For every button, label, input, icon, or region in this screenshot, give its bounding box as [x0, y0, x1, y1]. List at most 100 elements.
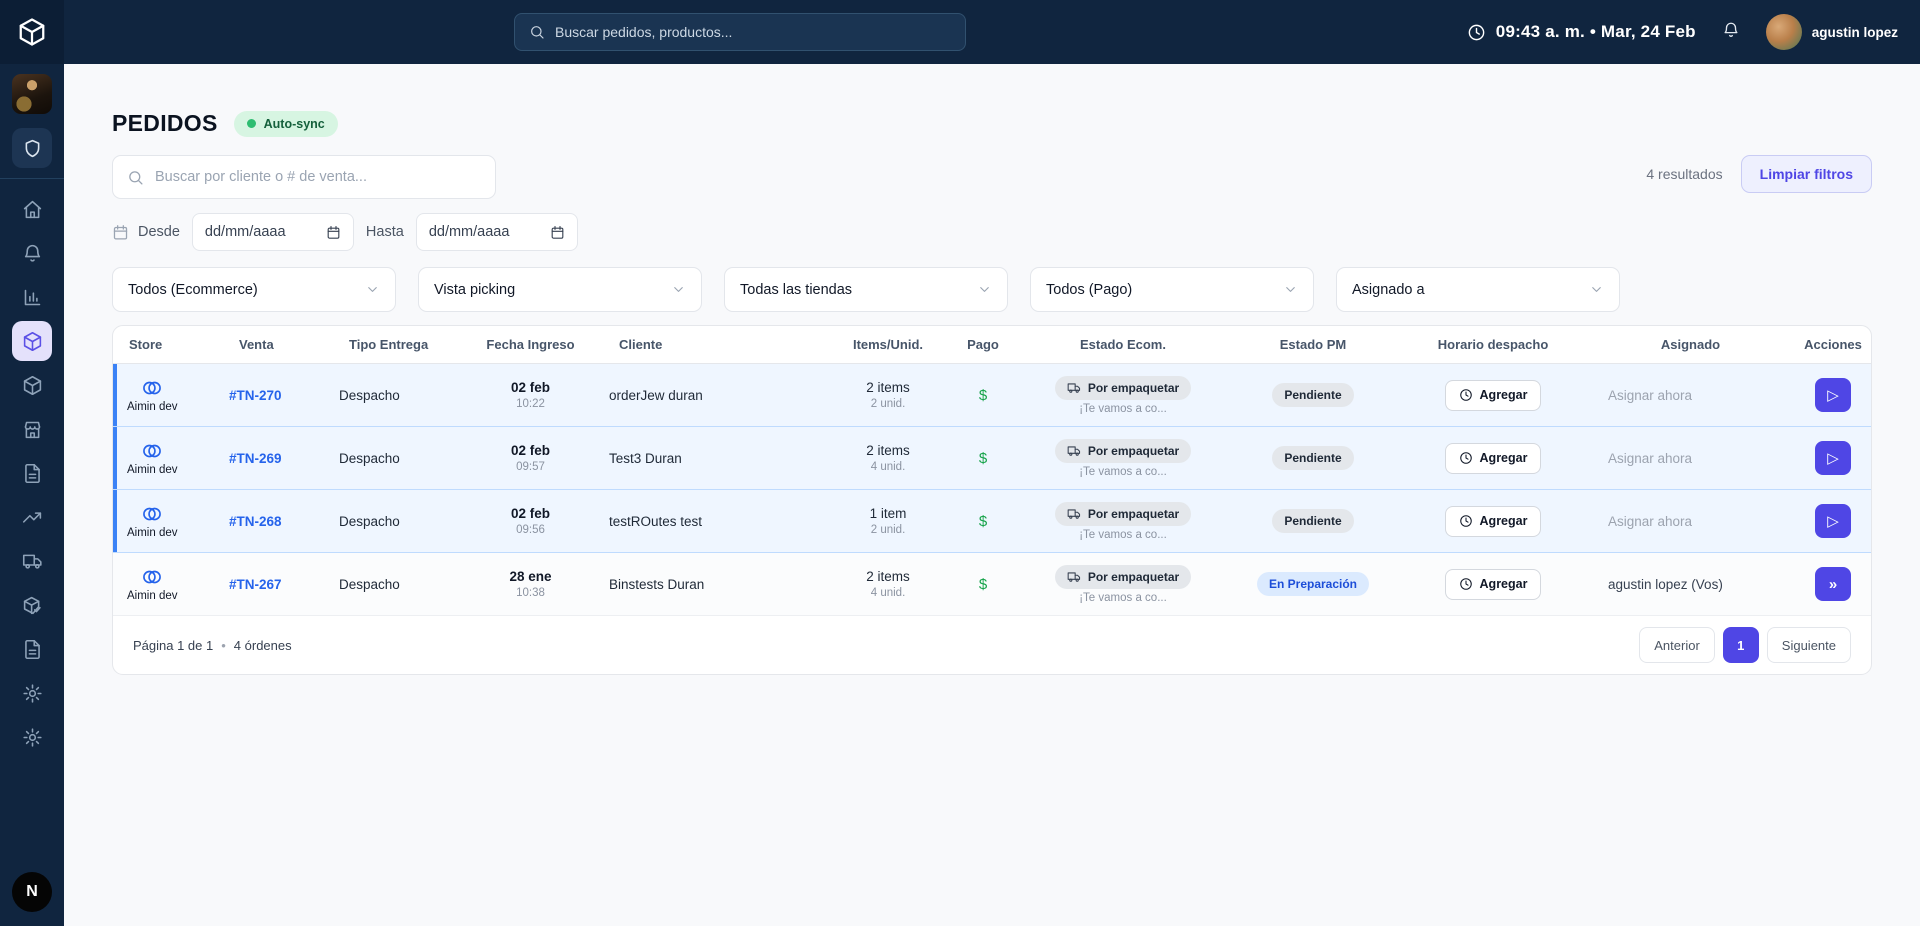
calendar-picker-icon[interactable] [326, 225, 341, 240]
tiendanube-icon [141, 440, 163, 462]
table-row[interactable]: Aimin dev #TN-268 Despacho 02 feb09:56 t… [113, 490, 1871, 553]
col-header-estado-pm: Estado PM [1228, 337, 1398, 352]
add-schedule-button[interactable]: Agregar [1445, 443, 1542, 474]
col-header-store: Store [113, 337, 223, 352]
date-from-input[interactable]: dd/mm/aaaa [192, 213, 354, 251]
order-date: 02 feb [464, 380, 597, 395]
filter-payment-select[interactable]: Todos (Pago) [1030, 267, 1314, 312]
notifications-button[interactable] [1722, 21, 1740, 44]
bottom-profile-badge[interactable]: N [12, 872, 52, 912]
items-count: 2 items [834, 443, 942, 458]
sidebar-item-stores[interactable] [12, 409, 52, 449]
table-row[interactable]: Aimin dev #TN-270 Despacho 02 feb10:22 o… [113, 364, 1871, 427]
global-search-input[interactable]: Buscar pedidos, productos... [514, 13, 966, 51]
payment-icon: $ [979, 576, 987, 593]
order-link[interactable]: #TN-268 [229, 514, 282, 529]
search-icon [529, 24, 545, 40]
truck-icon [22, 551, 43, 572]
sidebar-item-analytics[interactable] [12, 277, 52, 317]
sidebar-item-notifications[interactable] [12, 233, 52, 273]
sidebar-item-fulfilled[interactable] [12, 585, 52, 625]
assigned-user: agustin lopez (Vos) [1608, 577, 1723, 592]
col-header-asignado: Asignado [1588, 337, 1793, 352]
previous-page-button[interactable]: Anterior [1639, 627, 1715, 663]
filter-ecommerce-select[interactable]: Todos (Ecommerce) [112, 267, 396, 312]
store-cell: Aimin dev [127, 566, 178, 602]
filter-assignee-select[interactable]: Asignado a [1336, 267, 1620, 312]
sidebar-item-invoices[interactable] [12, 629, 52, 669]
sidebar-item-security[interactable] [12, 128, 52, 168]
separator-dot: • [221, 638, 226, 653]
clock-icon [1459, 514, 1473, 528]
double-chevron-icon: » [1829, 577, 1837, 592]
sidebar-item-reports[interactable] [12, 497, 52, 537]
chevron-down-icon [365, 282, 380, 297]
ecommerce-status-subtext: ¡Te vamos a co... [1079, 403, 1167, 415]
autosync-label: Auto-sync [264, 117, 325, 131]
gear-icon [22, 727, 43, 748]
table-row[interactable]: Aimin dev #TN-267 Despacho 28 ene10:38 B… [113, 553, 1871, 616]
col-header-horario-despacho: Horario despacho [1398, 337, 1588, 352]
clear-filters-button[interactable]: Limpiar filtros [1741, 155, 1872, 193]
store-cell: Aimin dev [127, 503, 178, 539]
box-icon [22, 375, 43, 396]
next-page-button[interactable]: Siguiente [1767, 627, 1851, 663]
sidebar-item-products[interactable] [12, 365, 52, 405]
dropdown-filter-row: Todos (Ecommerce) Vista picking Todas la… [112, 267, 1872, 312]
calendar-icon [112, 224, 129, 241]
start-order-button[interactable]: ▷ [1815, 378, 1851, 412]
order-time: 09:56 [464, 524, 597, 536]
sidebar-item-shipping[interactable] [12, 541, 52, 581]
order-time: 10:38 [464, 587, 597, 599]
filter-view-select[interactable]: Vista picking [418, 267, 702, 312]
clock-icon [1459, 388, 1473, 402]
home-icon [22, 199, 43, 220]
payment-icon: $ [979, 387, 987, 404]
search-icon [127, 169, 144, 186]
table-row[interactable]: Aimin dev #TN-269 Despacho 02 feb09:57 T… [113, 427, 1871, 490]
order-time: 09:57 [464, 461, 597, 473]
chevron-down-icon [1283, 282, 1298, 297]
col-header-venta: Venta [223, 337, 333, 352]
col-header-items: Items/Unid. [828, 337, 948, 352]
start-order-button[interactable]: ▷ [1815, 441, 1851, 475]
items-count: 2 items [834, 380, 942, 395]
app-logo[interactable] [0, 0, 64, 64]
sidebar-item-documents[interactable] [12, 453, 52, 493]
assign-now-link[interactable]: Asignar ahora [1608, 451, 1692, 466]
order-link[interactable]: #TN-267 [229, 577, 282, 592]
date-to-input[interactable]: dd/mm/aaaa [416, 213, 578, 251]
truck-icon [1067, 570, 1081, 584]
order-date: 02 feb [464, 443, 597, 458]
user-name: agustin lopez [1812, 25, 1898, 40]
col-header-pago: Pago [948, 337, 1018, 352]
sidebar-item-admin-settings[interactable] [12, 717, 52, 757]
add-schedule-button[interactable]: Agregar [1445, 380, 1542, 411]
order-link[interactable]: #TN-270 [229, 388, 282, 403]
add-schedule-button[interactable]: Agregar [1445, 569, 1542, 600]
truck-icon [1067, 507, 1081, 521]
order-link[interactable]: #TN-269 [229, 451, 282, 466]
user-menu[interactable]: agustin lopez [1766, 14, 1898, 50]
workspace-avatar[interactable] [12, 74, 52, 114]
store-icon [22, 419, 43, 440]
pm-status-badge: Pendiente [1272, 383, 1353, 407]
start-order-button[interactable]: ▷ [1815, 504, 1851, 538]
calendar-picker-icon[interactable] [550, 225, 565, 240]
current-page-button[interactable]: 1 [1723, 627, 1759, 663]
advance-order-button[interactable]: » [1815, 567, 1851, 601]
clock-icon [1459, 451, 1473, 465]
chevron-down-icon [977, 282, 992, 297]
assign-now-link[interactable]: Asignar ahora [1608, 388, 1692, 403]
filter-stores-select[interactable]: Todas las tiendas [724, 267, 1008, 312]
assign-now-link[interactable]: Asignar ahora [1608, 514, 1692, 529]
chevron-down-icon [671, 282, 686, 297]
sidebar-item-orders-active[interactable] [12, 321, 52, 361]
orders-search-input[interactable] [155, 169, 481, 185]
shield-icon [22, 138, 43, 159]
pm-status-badge: Pendiente [1272, 509, 1353, 533]
col-header-tipo-entrega: Tipo Entrega [333, 337, 458, 352]
add-schedule-button[interactable]: Agregar [1445, 506, 1542, 537]
sidebar-item-settings[interactable] [12, 673, 52, 713]
sidebar-item-home[interactable] [12, 189, 52, 229]
